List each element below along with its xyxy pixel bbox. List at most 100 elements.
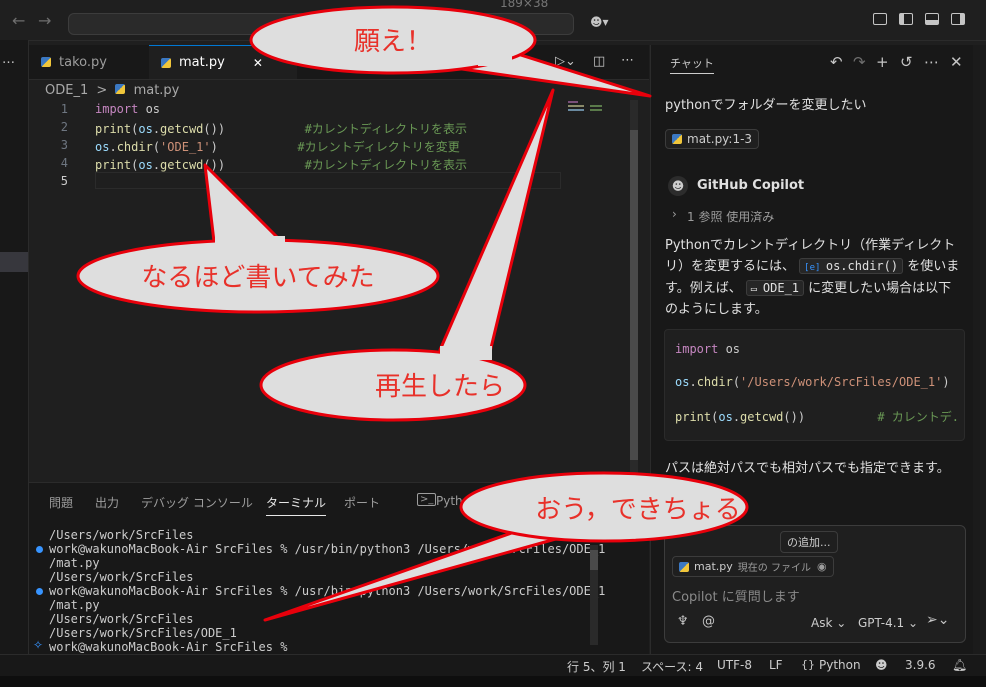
microphone-icon[interactable]: ♆ <box>677 614 689 629</box>
python-file-icon <box>679 561 689 572</box>
terminal-line: /Users/work/SrcFiles <box>49 570 194 584</box>
terminal-line: /Users/work/SrcFiles <box>49 528 194 542</box>
activity-strip: … <box>0 40 29 654</box>
back-arrow-icon[interactable]: ← <box>12 11 25 30</box>
tab-problems[interactable]: 問題 <box>49 494 73 511</box>
redo-icon[interactable]: ↷ <box>853 53 866 71</box>
chat-input-placeholder[interactable]: Copilot に質問します <box>672 586 800 605</box>
copilot-avatar-icon: ☻ <box>668 176 688 196</box>
close-icon[interactable]: ✕ <box>253 56 263 70</box>
customize-layout-icon[interactable] <box>873 13 887 25</box>
tab-mat-py[interactable]: mat.py ✕ <box>149 45 297 79</box>
split-editor-icon[interactable]: ◫ <box>593 54 605 69</box>
tab-label: mat.py <box>179 55 225 70</box>
undo-icon[interactable]: ↶ <box>830 53 843 71</box>
breadcrumb: ODE_1 > mat.py <box>45 83 179 98</box>
chat-scrollbar[interactable] <box>973 45 986 654</box>
new-chat-icon[interactable]: + <box>876 53 889 71</box>
code-line-4: print(os.getcwd()) #カレントディレクトリを表示 <box>95 158 467 172</box>
command-center-search[interactable] <box>68 13 574 35</box>
tab-debug-console[interactable]: デバッグ コンソール <box>141 494 253 511</box>
command-status-icon <box>36 546 43 553</box>
bell-icon[interactable]: 🔔︎ <box>952 658 967 672</box>
code-line: print(os.getcwd()) # カレントデ. <box>675 410 960 424</box>
terminal-scrollbar[interactable] <box>590 545 598 645</box>
copilot-icon[interactable]: ☻▾ <box>590 15 609 29</box>
run-icon[interactable]: ▷⌄ <box>555 54 576 69</box>
references-toggle[interactable]: 1 参照 使用済み <box>687 208 774 225</box>
mode-picker[interactable]: Ask ⌄ <box>811 616 846 630</box>
toggle-secondary-sidebar-icon[interactable] <box>951 13 965 25</box>
indentation[interactable]: スペース: 4 <box>641 658 703 675</box>
line-number: 1 <box>60 102 68 116</box>
eye-icon[interactable]: ◉ <box>817 560 827 573</box>
model-picker[interactable]: GPT-4.1 ⌄ <box>858 616 918 630</box>
terminal-line: work@wakunoMacBook-Air SrcFiles % /usr/b… <box>49 542 606 556</box>
tab-output[interactable]: 出力 <box>95 494 119 511</box>
toggle-panel-icon[interactable] <box>925 13 939 25</box>
terminal-icon: >_ <box>417 493 437 506</box>
tab-tako-py[interactable]: tako.py <box>29 45 145 79</box>
title-bar: ← → 189×38 ☻▾ <box>0 0 986 41</box>
answer-footer: パスは絶対パスでも相対パスでも指定できます。 <box>665 461 950 476</box>
terminal-prompt[interactable]: work@wakunoMacBook-Air SrcFiles % <box>49 640 287 654</box>
sparkle-icon[interactable]: ✧ <box>33 638 43 652</box>
terminal-python-tab[interactable]: Pytho <box>436 494 470 508</box>
minimap[interactable] <box>566 100 606 116</box>
encoding[interactable]: UTF-8 <box>717 658 752 672</box>
history-icon[interactable]: ↺ <box>900 53 913 71</box>
line-number: 2 <box>60 120 68 134</box>
line-number: 3 <box>60 138 68 152</box>
python-file-icon <box>672 134 682 144</box>
more-icon[interactable]: ⋯ <box>924 53 939 71</box>
assistant-name: GitHub Copilot <box>697 178 805 193</box>
forward-arrow-icon[interactable]: → <box>38 11 51 30</box>
chat-title[interactable]: チャット <box>670 55 714 74</box>
editor-tab-bar: tako.py mat.py ✕ ▷⌄ ◫ ⋯ <box>29 45 649 80</box>
editor-scrollbar[interactable] <box>630 100 638 480</box>
toggle-primary-sidebar-icon[interactable] <box>899 13 913 25</box>
status-bar: 行 5、列 1 スペース: 4 UTF-8 LF {} Python ☻ 3.9… <box>0 654 986 677</box>
cursor-position[interactable]: 行 5、列 1 <box>567 658 626 675</box>
inline-code: ▭ ODE_1 <box>745 280 805 296</box>
user-message: pythonでフォルダーを変更したい <box>665 98 867 113</box>
more-icon[interactable]: … <box>2 52 15 67</box>
terminal-line: work@wakunoMacBook-Air SrcFiles % /usr/b… <box>49 584 606 598</box>
answer-code-block[interactable]: import os os.chdir('/Users/work/SrcFiles… <box>664 329 965 441</box>
terminal-line: /Users/work/SrcFiles <box>49 612 194 626</box>
breadcrumb-file[interactable]: mat.py <box>134 83 180 98</box>
window-bottom-edge <box>0 676 986 687</box>
command-status-icon <box>36 588 43 595</box>
context-chip[interactable]: mat.py:1-3 <box>665 129 760 149</box>
assistant-answer: Pythonでカレントディレクトリ（作業ディレクトリ）を変更するには、 [e] … <box>665 238 960 317</box>
python-version[interactable]: 3.9.6 <box>905 658 936 672</box>
folder-icon: ▭ <box>750 284 763 295</box>
code-line: import os <box>675 342 741 356</box>
symbol-icon: [e] <box>804 263 826 273</box>
code-line-2: print(os.getcwd()) #カレントディレクトリを表示 <box>95 122 467 136</box>
current-line-highlight <box>95 172 561 189</box>
send-icon[interactable]: ➢⌄ <box>926 612 949 628</box>
tab-terminal[interactable]: ターミナル <box>266 494 327 516</box>
python-file-icon <box>161 57 171 68</box>
more-actions-icon[interactable]: ⋯ <box>621 53 634 68</box>
mention-icon[interactable]: @ <box>702 614 715 629</box>
current-file-chip[interactable]: mat.py 現在の ファイル ◉ <box>672 556 834 577</box>
window-size-fragment: 189×38 <box>500 0 549 10</box>
breadcrumb-folder[interactable]: ODE_1 <box>45 83 88 98</box>
python-file-icon <box>115 84 126 94</box>
code-line-3: os.chdir('ODE_1') #カレントディレクトリを変更 <box>95 140 460 154</box>
selected-explorer-row[interactable] <box>0 252 28 272</box>
breadcrumb-separator: > <box>96 83 108 98</box>
braces-icon: {} <box>801 658 815 671</box>
chevron-right-icon[interactable]: › <box>672 207 677 221</box>
end-of-line[interactable]: LF <box>769 658 783 672</box>
language-mode[interactable]: Python <box>819 658 861 672</box>
copilot-status-icon[interactable]: ☻ <box>875 658 888 672</box>
terminal-line: /Users/work/SrcFiles/ODE_1 <box>49 626 237 640</box>
terminal-line: /mat.py <box>49 598 100 612</box>
close-icon[interactable]: ✕ <box>950 53 963 71</box>
tab-ports[interactable]: ポート <box>344 494 380 511</box>
code-line-1: import os <box>95 102 161 116</box>
add-context-button[interactable]: の追加... <box>780 531 838 553</box>
